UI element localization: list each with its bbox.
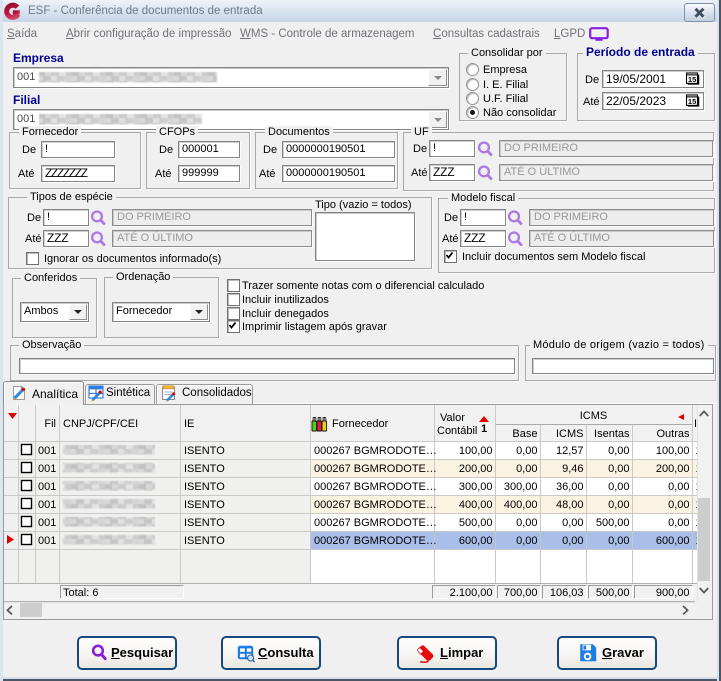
svg-text:48,00: 48,00 bbox=[556, 499, 584, 511]
svg-text:400,00: 400,00 bbox=[459, 499, 493, 511]
svg-text:12,57: 12,57 bbox=[556, 445, 584, 457]
svg-text:CNPJ/CPF/CEI: CNPJ/CPF/CEI bbox=[63, 418, 138, 430]
svg-text:0,00: 0,00 bbox=[562, 517, 583, 529]
svg-text:000267 BGMRODOTE…: 000267 BGMRODOTE… bbox=[314, 445, 437, 457]
svg-text:001: 001 bbox=[38, 445, 56, 457]
svg-text:0,00: 0,00 bbox=[608, 481, 629, 493]
svg-text:Valor: Valor bbox=[440, 412, 465, 424]
svg-text:600,00: 600,00 bbox=[459, 535, 493, 547]
svg-text:106,03: 106,03 bbox=[550, 587, 584, 599]
svg-text:0,00: 0,00 bbox=[516, 463, 537, 475]
svg-text:36,00: 36,00 bbox=[556, 481, 584, 493]
svg-text:001: 001 bbox=[38, 481, 56, 493]
svg-text:IE: IE bbox=[184, 418, 194, 430]
svg-text:000267 BGMRODOTE…: 000267 BGMRODOTE… bbox=[314, 499, 437, 511]
svg-text:500,00: 500,00 bbox=[596, 517, 630, 529]
svg-text:000267 BGMRODOTE…: 000267 BGMRODOTE… bbox=[314, 535, 437, 547]
svg-text:001: 001 bbox=[38, 463, 56, 475]
svg-text:900,00: 900,00 bbox=[656, 587, 690, 599]
svg-text:15: 15 bbox=[688, 97, 697, 106]
svg-text:Fil: Fil bbox=[44, 418, 56, 430]
svg-text:0,00: 0,00 bbox=[608, 463, 629, 475]
svg-text:001: 001 bbox=[38, 517, 56, 529]
svg-text:001: 001 bbox=[38, 499, 56, 511]
svg-text:ISENTO: ISENTO bbox=[184, 517, 225, 529]
svg-text:Base: Base bbox=[512, 428, 537, 440]
svg-text:400,00: 400,00 bbox=[504, 499, 538, 511]
svg-text:ISENTO: ISENTO bbox=[184, 445, 225, 457]
svg-text:001: 001 bbox=[38, 535, 56, 547]
svg-text:2.100,00: 2.100,00 bbox=[450, 587, 493, 599]
svg-text:Isentas: Isentas bbox=[594, 428, 630, 440]
svg-text:ISENTO: ISENTO bbox=[184, 499, 225, 511]
svg-text:0,00: 0,00 bbox=[668, 499, 689, 511]
svg-text:Contábil: Contábil bbox=[437, 425, 477, 437]
svg-text:000267 BGMRODOTE…: 000267 BGMRODOTE… bbox=[314, 463, 437, 475]
svg-text:500,00: 500,00 bbox=[596, 587, 630, 599]
svg-text:300,00: 300,00 bbox=[459, 481, 493, 493]
svg-text:Total: 6: Total: 6 bbox=[63, 587, 98, 599]
svg-text:Fornecedor: Fornecedor bbox=[332, 418, 389, 430]
svg-text:600,00: 600,00 bbox=[656, 535, 690, 547]
svg-text:ICMS: ICMS bbox=[556, 428, 584, 440]
svg-text:9,46: 9,46 bbox=[562, 463, 583, 475]
svg-text:1: 1 bbox=[481, 423, 487, 435]
svg-text:0,00: 0,00 bbox=[608, 535, 629, 547]
svg-text:000267 BGMRODOTE…: 000267 BGMRODOTE… bbox=[314, 517, 437, 529]
svg-text:15: 15 bbox=[688, 75, 697, 84]
svg-text:0,00: 0,00 bbox=[668, 517, 689, 529]
svg-text:000267 BGMRODOTE…: 000267 BGMRODOTE… bbox=[314, 481, 437, 493]
svg-text:0,00: 0,00 bbox=[516, 445, 537, 457]
svg-text:Outras: Outras bbox=[656, 428, 690, 440]
svg-text:I: I bbox=[694, 418, 697, 430]
svg-text:0,00: 0,00 bbox=[562, 535, 583, 547]
svg-text:0,00: 0,00 bbox=[516, 535, 537, 547]
svg-text:500,00: 500,00 bbox=[459, 517, 493, 529]
svg-text:100,00: 100,00 bbox=[459, 445, 493, 457]
svg-text:700,00: 700,00 bbox=[504, 587, 538, 599]
svg-text:ICMS: ICMS bbox=[580, 410, 608, 422]
svg-text:ISENTO: ISENTO bbox=[184, 481, 225, 493]
svg-text:200,00: 200,00 bbox=[459, 463, 493, 475]
svg-text:0,00: 0,00 bbox=[668, 481, 689, 493]
svg-text:0,00: 0,00 bbox=[516, 517, 537, 529]
svg-text:300,00: 300,00 bbox=[504, 481, 538, 493]
svg-text:ISENTO: ISENTO bbox=[184, 535, 225, 547]
svg-text:200,00: 200,00 bbox=[656, 463, 690, 475]
svg-text:ISENTO: ISENTO bbox=[184, 463, 225, 475]
svg-text:0,00: 0,00 bbox=[608, 499, 629, 511]
svg-text:100,00: 100,00 bbox=[656, 445, 690, 457]
svg-text:0,00: 0,00 bbox=[608, 445, 629, 457]
